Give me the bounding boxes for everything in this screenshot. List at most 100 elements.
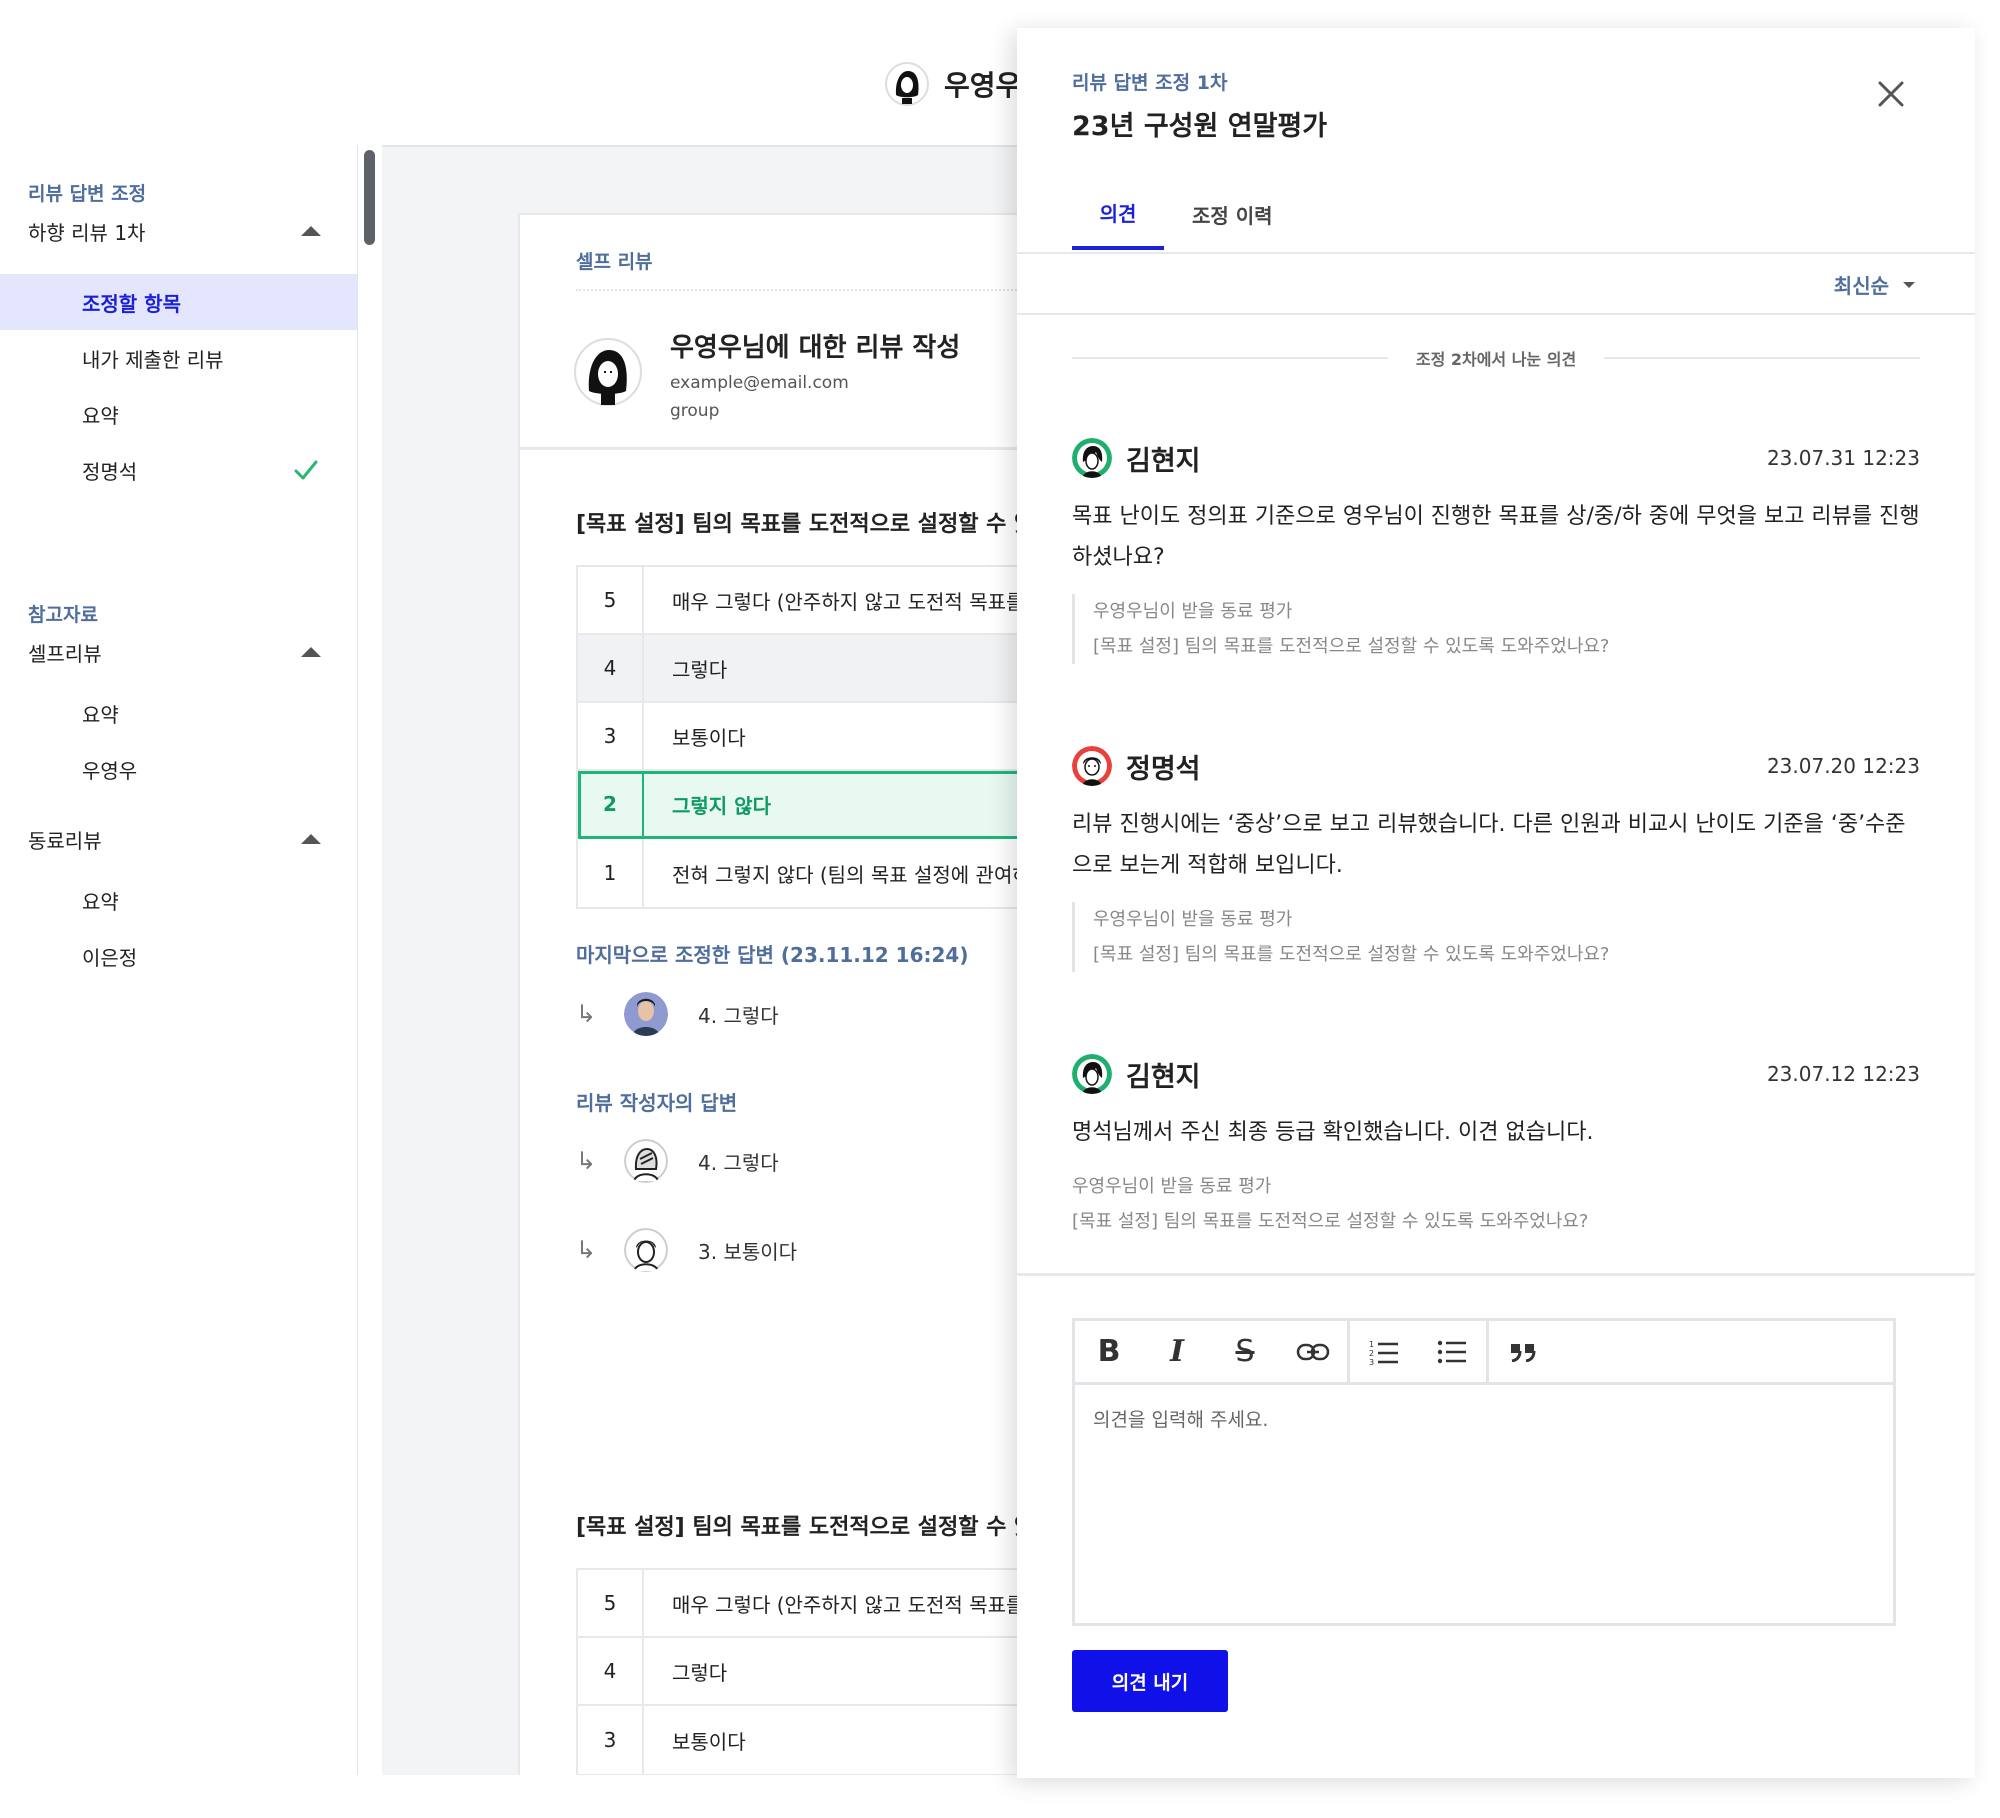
rating-text: 그렇지 않다 bbox=[672, 793, 771, 818]
toolbar-group-lists: 123 bbox=[1350, 1321, 1489, 1382]
tab-adjust-history[interactable]: 조정 이력 bbox=[1164, 178, 1301, 250]
reviewee-email: example@email.com bbox=[670, 373, 849, 393]
sidebar-item-label: 조정할 항목 bbox=[82, 291, 181, 316]
rating-option-1[interactable]: 1 전혀 그렇지 않다 (팀의 목표 설정에 관여하지 bbox=[578, 839, 1022, 907]
question-title: [목표 설정] 팀의 목표를 도전적으로 설정할 수 있 bbox=[576, 512, 1022, 537]
divider bbox=[1017, 252, 1975, 254]
link-icon bbox=[1296, 1343, 1330, 1360]
sidebar-group-label: 동료리뷰 bbox=[28, 828, 102, 853]
divider bbox=[576, 289, 1022, 291]
reply-arrow-icon: ↳ bbox=[576, 1000, 597, 1028]
editor-toolbar: B I S 123 bbox=[1075, 1321, 1893, 1385]
answer-text: 4. 그렇다 bbox=[698, 1150, 779, 1175]
rating-number: 5 bbox=[578, 567, 644, 633]
rating-number: 4 bbox=[578, 1638, 644, 1704]
quote-icon bbox=[1511, 1343, 1536, 1362]
rating-text: 매우 그렇다 (안주하지 않고 도전적 목표를 설 bbox=[672, 589, 1022, 614]
rating-scale: 5 매우 그렇다 (안주하지 않고 도전적 목표를 설 4 그렇다 3 보통이다 bbox=[576, 1568, 1022, 1775]
sidebar-item-peer-summary[interactable]: 요약 bbox=[0, 872, 357, 928]
ordered-list-button[interactable]: 123 bbox=[1350, 1321, 1418, 1382]
answer-text: 3. 보통이다 bbox=[698, 1239, 798, 1264]
sidebar-group-self-review[interactable]: 셀프리뷰 bbox=[28, 632, 321, 672]
commenter-avatar bbox=[1072, 746, 1112, 786]
submit-comment-button[interactable]: 의견 내기 bbox=[1072, 1650, 1228, 1712]
reviewee-avatar bbox=[573, 337, 643, 407]
sidebar-item-label: 내가 제출한 리뷰 bbox=[82, 347, 224, 372]
link-button[interactable] bbox=[1279, 1321, 1347, 1382]
chevron-down-icon bbox=[1903, 281, 1915, 288]
sidebar-group-peer-review[interactable]: 동료리뷰 bbox=[28, 819, 321, 859]
reference-line: [목표 설정] 팀의 목표를 도전적으로 설정할 수 있도록 도와주었나요? bbox=[1093, 636, 1610, 657]
caret-up-icon bbox=[301, 647, 321, 657]
round-divider: 조정 2차에서 나눈 의견 bbox=[1072, 346, 1921, 370]
sidebar-item-my-submitted[interactable]: 내가 제출한 리뷰 bbox=[0, 330, 357, 386]
author-answer: ↳ 4. 그렇다 bbox=[576, 1137, 779, 1185]
comment-body: 명석님께서 주신 최종 등급 확인했습니다. 이견 없습니다. bbox=[1072, 1120, 1594, 1145]
comment-header: 김현지 23.07.12 12:23 bbox=[1072, 1052, 1920, 1096]
svg-text:2: 2 bbox=[1369, 1349, 1374, 1358]
comment-author: 김현지 bbox=[1126, 445, 1201, 477]
divider bbox=[520, 447, 1022, 450]
sidebar-group-label: 셀프리뷰 bbox=[28, 641, 102, 666]
sidebar-group-down-review[interactable]: 하향 리뷰 1차 bbox=[28, 211, 321, 251]
answer-text: 4. 그렇다 bbox=[698, 1003, 779, 1028]
strikethrough-button[interactable]: S bbox=[1211, 1321, 1279, 1382]
comment-time: 23.07.20 12:23 bbox=[1766, 754, 1920, 778]
rating-option-4[interactable]: 4 그렇다 bbox=[578, 635, 1022, 703]
comment-input[interactable] bbox=[1075, 1385, 1893, 1623]
sidebar-item-jungmyungseok[interactable]: 정명석 bbox=[0, 442, 357, 498]
review-content-area: 셀프 리뷰 우영우님에 대한 리뷰 작성 example@email.com g… bbox=[382, 145, 1022, 1775]
sidebar-item-label: 정명석 bbox=[82, 459, 138, 484]
rating-option-5[interactable]: 5 매우 그렇다 (안주하지 않고 도전적 목표를 설 bbox=[578, 1570, 1022, 1638]
rating-option-3[interactable]: 3 보통이다 bbox=[578, 1706, 1022, 1774]
commenter-avatar bbox=[1072, 438, 1112, 478]
drawer-title: 23년 구성원 연말평가 bbox=[1072, 111, 1328, 142]
toolbar-group-quote bbox=[1489, 1321, 1557, 1382]
comment-reference[interactable]: 우영우님이 받을 동료 평가 [목표 설정] 팀의 목표를 도전적으로 설정할 … bbox=[1072, 1169, 1920, 1239]
sidebar-item-self-wooyoungwoo[interactable]: 우영우 bbox=[0, 741, 357, 797]
rating-option-5[interactable]: 5 매우 그렇다 (안주하지 않고 도전적 목표를 설 bbox=[578, 567, 1022, 635]
check-icon bbox=[294, 460, 318, 480]
close-button[interactable] bbox=[1869, 72, 1913, 116]
svg-text:3: 3 bbox=[1369, 1358, 1374, 1365]
comment-reference[interactable]: 우영우님이 받을 동료 평가 [목표 설정] 팀의 목표를 도전적으로 설정할 … bbox=[1072, 902, 1920, 972]
bullet-list-icon bbox=[1437, 1340, 1466, 1363]
comment-time: 23.07.31 12:23 bbox=[1766, 446, 1920, 470]
comment-time: 23.07.12 12:23 bbox=[1766, 1062, 1920, 1086]
drawer-subtitle: 리뷰 답변 조정 1차 bbox=[1072, 72, 1228, 94]
italic-button[interactable]: I bbox=[1143, 1321, 1211, 1382]
rating-option-3[interactable]: 3 보통이다 bbox=[578, 703, 1022, 771]
rating-number: 3 bbox=[578, 703, 644, 769]
author-avatar bbox=[624, 1139, 668, 1183]
self-review-label: 셀프 리뷰 bbox=[576, 251, 653, 273]
blockquote-button[interactable] bbox=[1489, 1321, 1557, 1382]
comment-reference[interactable]: 우영우님이 받을 동료 평가 [목표 설정] 팀의 목표를 도전적으로 설정할 … bbox=[1072, 594, 1920, 664]
tab-comments[interactable]: 의견 bbox=[1072, 178, 1164, 250]
scrollbar-thumb[interactable] bbox=[364, 150, 375, 245]
reference-line: [목표 설정] 팀의 목표를 도전적으로 설정할 수 있도록 도와주었나요? bbox=[1072, 1211, 1589, 1232]
sidebar-item-peer-leeeunjung[interactable]: 이은정 bbox=[0, 928, 357, 984]
rating-option-4[interactable]: 4 그렇다 bbox=[578, 1638, 1022, 1706]
strikethrough-icon: S bbox=[1235, 1334, 1255, 1369]
author-answer: ↳ 3. 보통이다 bbox=[576, 1226, 797, 1274]
drawer-tabs: 의견 조정 이력 bbox=[1072, 178, 1301, 250]
sort-dropdown[interactable]: 최신순 bbox=[1834, 270, 1915, 299]
bullet-list-button[interactable] bbox=[1418, 1321, 1486, 1382]
bold-icon: B bbox=[1097, 1334, 1121, 1369]
sidebar-item-adjust-items[interactable]: 조정할 항목 bbox=[0, 274, 357, 330]
rating-option-2-selected[interactable]: 2 그렇지 않다 bbox=[578, 771, 1022, 839]
close-icon bbox=[1878, 81, 1904, 107]
header-user-name: 우영우 bbox=[944, 69, 1022, 102]
comment-editor: B I S 123 bbox=[1072, 1318, 1896, 1626]
rating-number: 5 bbox=[578, 1570, 644, 1636]
rating-number: 4 bbox=[578, 635, 644, 701]
rating-text: 전혀 그렇지 않다 (팀의 목표 설정에 관여하지 bbox=[672, 862, 1022, 887]
sidebar: 리뷰 답변 조정 하향 리뷰 1차 조정할 항목 내가 제출한 리뷰 요약 정명… bbox=[0, 145, 358, 1775]
bold-button[interactable]: B bbox=[1075, 1321, 1143, 1382]
comment-header: 정명석 23.07.20 12:23 bbox=[1072, 744, 1920, 788]
caret-up-icon bbox=[301, 834, 321, 844]
sidebar-item-self-summary[interactable]: 요약 bbox=[0, 685, 357, 741]
sidebar-item-summary[interactable]: 요약 bbox=[0, 386, 357, 442]
italic-icon: I bbox=[1169, 1334, 1185, 1369]
rating-number: 3 bbox=[578, 1706, 644, 1774]
